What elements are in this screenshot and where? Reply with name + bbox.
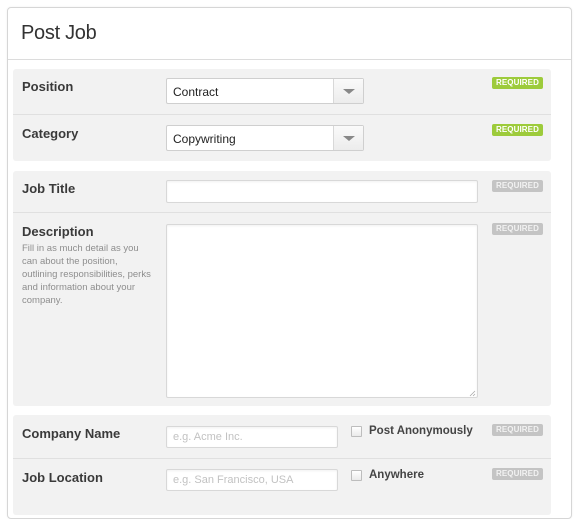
position-select[interactable]: Contract	[166, 78, 364, 104]
required-badge: REQUIRED	[491, 424, 543, 436]
description-textarea[interactable]	[166, 224, 478, 398]
anywhere-option[interactable]: Anywhere	[351, 469, 424, 481]
chevron-down-icon	[343, 89, 355, 94]
row-job-location: Job Location Anywhere REQUIRED	[13, 458, 551, 516]
section-job-details: Job Title REQUIRED Description Fill in a…	[13, 171, 551, 406]
description-help-text: Fill in as much detail as you can about …	[22, 243, 151, 306]
row-position: Position Contract REQUIRED	[13, 69, 551, 114]
position-label: Position	[22, 79, 74, 94]
row-category: Category Copywriting REQUIRED	[13, 114, 551, 161]
row-job-title: Job Title REQUIRED	[13, 171, 551, 212]
category-select-value: Copywriting	[173, 132, 236, 146]
post-anonymously-option[interactable]: Post Anonymously	[351, 425, 473, 437]
required-badge: REQUIRED	[491, 180, 543, 192]
position-select-toggle[interactable]	[333, 79, 363, 103]
row-description: Description Fill in as much detail as yo…	[13, 212, 551, 406]
category-select-toggle[interactable]	[333, 126, 363, 150]
row-company-name: Company Name Post Anonymously REQUIRED	[13, 415, 551, 458]
section-company: Company Name Post Anonymously REQUIRED J…	[13, 415, 551, 515]
required-badge: REQUIRED	[491, 468, 543, 480]
position-select-value: Contract	[173, 85, 219, 99]
page-title: Post Job	[21, 22, 97, 44]
post-anonymously-checkbox[interactable]	[351, 425, 362, 437]
required-badge: REQUIRED	[491, 124, 543, 136]
resize-handle-icon[interactable]	[469, 390, 476, 397]
required-badge: REQUIRED	[491, 77, 543, 89]
company-name-label: Company Name	[22, 426, 121, 441]
description-label: Description	[22, 224, 94, 239]
chevron-down-icon	[343, 136, 355, 141]
section-job-type: Position Contract REQUIRED Category Copy…	[13, 69, 551, 161]
category-label: Category	[22, 126, 79, 141]
category-select[interactable]: Copywriting	[166, 125, 364, 151]
card-header: Post Job	[8, 8, 571, 60]
required-badge: REQUIRED	[491, 223, 543, 235]
post-anonymously-label: Post Anonymously	[369, 425, 473, 437]
job-location-label: Job Location	[22, 470, 103, 485]
company-name-input[interactable]	[166, 426, 338, 448]
anywhere-label: Anywhere	[369, 469, 424, 481]
anywhere-checkbox[interactable]	[351, 469, 362, 481]
job-title-label: Job Title	[22, 181, 76, 196]
job-title-input[interactable]	[166, 180, 478, 203]
job-location-input[interactable]	[166, 469, 338, 491]
